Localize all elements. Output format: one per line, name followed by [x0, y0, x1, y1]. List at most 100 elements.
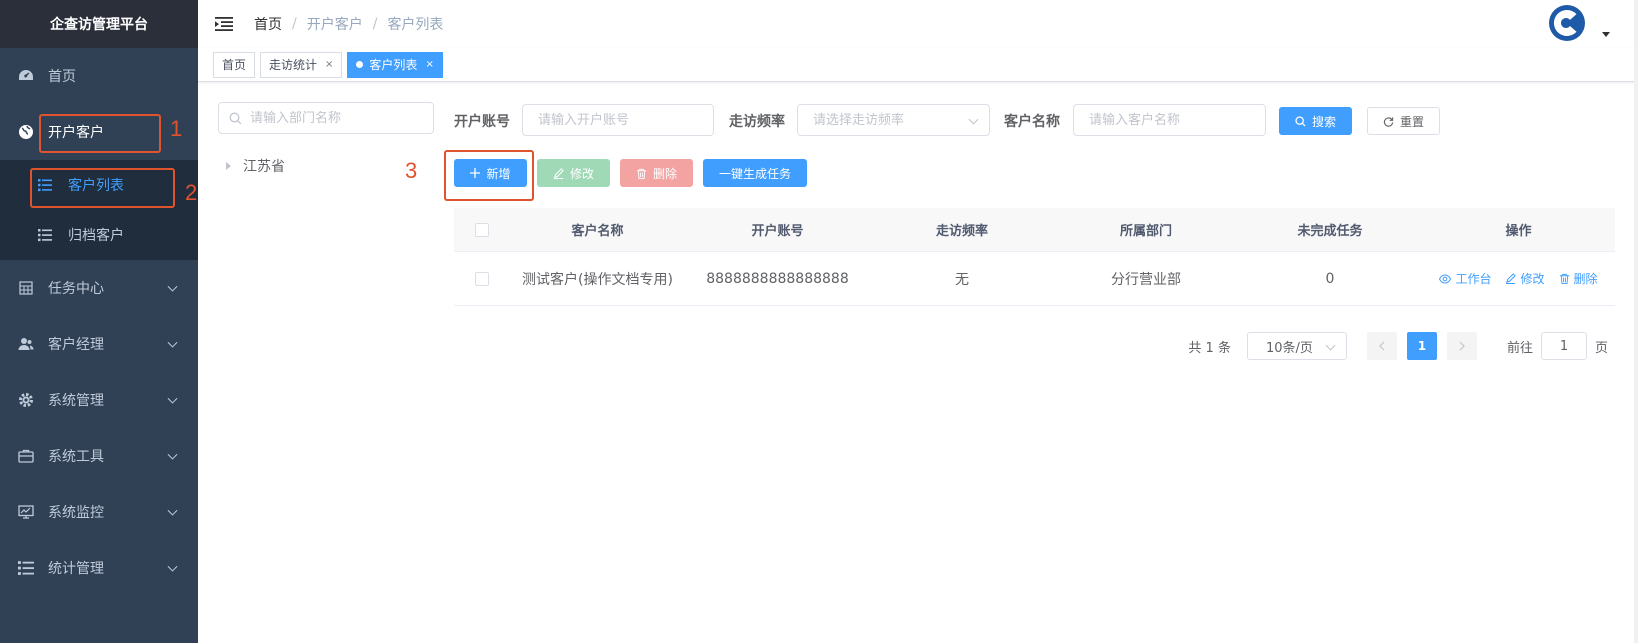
tag-visit-stats[interactable]: 走访统计 × — [260, 51, 343, 78]
tag-customer-list[interactable]: 客户列表 × — [347, 51, 443, 78]
tags-view: 首页 走访统计 × 客户列表 × — [198, 48, 1638, 82]
sidebar-item-system-tools[interactable]: 系统工具 — [0, 428, 198, 484]
page-unit-label: 页 — [1594, 340, 1608, 356]
account-field[interactable] — [523, 105, 713, 135]
breadcrumb-item: 客户列表 — [387, 17, 444, 33]
frequency-field[interactable] — [798, 105, 989, 135]
monitor-icon — [18, 504, 34, 520]
sidebar-item-label: 系统工具 — [48, 449, 104, 465]
row-edit-link[interactable]: 修改 — [1505, 270, 1545, 287]
sidebar-item-task-center[interactable]: 任务中心 — [0, 260, 198, 316]
delete-button-label: 删除 — [652, 166, 677, 181]
pagination: 共 1 条 10条/页 1 前往 页 — [1188, 332, 1608, 360]
account-input[interactable] — [522, 104, 714, 136]
avatar[interactable] — [1548, 4, 1586, 42]
column-header: 操作 — [1505, 224, 1532, 239]
page-size-select[interactable]: 10条/页 — [1246, 332, 1347, 360]
breadcrumb-item[interactable]: 首页 — [254, 14, 282, 34]
tree-node-jiangsu[interactable]: 江苏省 — [226, 156, 285, 176]
chevron-down-icon — [167, 281, 178, 292]
column-header: 走访频率 — [935, 224, 988, 239]
row-checkbox[interactable] — [475, 271, 489, 286]
cell-operations: 工作台 修改 删除 — [1422, 270, 1615, 287]
cell-frequency: 无 — [955, 271, 969, 288]
column-header: 未完成任务 — [1297, 224, 1363, 239]
caret-down-icon[interactable] — [1602, 32, 1610, 37]
table-row: 测试客户(操作文档专用) 8888888888888888 无 分行营业部 0 … — [454, 252, 1615, 306]
sidebar-item-system-management[interactable]: 系统管理 — [0, 372, 198, 428]
customer-name-field[interactable] — [1074, 105, 1265, 135]
tag-home[interactable]: 首页 — [213, 51, 256, 78]
list-icon — [18, 560, 34, 576]
tag-label: 客户列表 — [369, 58, 418, 72]
breadcrumb-item[interactable]: 开户客户 — [307, 14, 363, 34]
page-number[interactable]: 1 — [1406, 332, 1437, 360]
customer-name-input[interactable] — [1073, 104, 1266, 136]
dept-search-field[interactable] — [250, 110, 420, 126]
sidebar-item-label: 统计管理 — [48, 561, 104, 577]
chevron-right-icon — [1459, 341, 1465, 351]
globe-icon — [18, 124, 34, 140]
chevron-down-icon — [167, 393, 178, 404]
menu-toggle-icon[interactable] — [214, 14, 234, 34]
sidebar-item-label: 任务中心 — [48, 281, 104, 297]
reset-button[interactable]: 重置 — [1367, 107, 1440, 135]
table-header: 客户名称 开户账号 走访频率 所属部门 未完成任务 操作 — [454, 208, 1615, 252]
sidebar-item-statistics[interactable]: 统计管理 — [0, 540, 198, 596]
sidebar-item-account-managers[interactable]: 客户经理 — [0, 316, 198, 372]
caret-right-icon[interactable] — [226, 162, 231, 170]
search-icon — [229, 112, 242, 124]
edit-icon — [553, 167, 564, 179]
add-button[interactable]: 新增 — [454, 159, 527, 187]
app-title: 企查访管理平台 — [0, 0, 198, 48]
row-delete-link[interactable]: 删除 — [1559, 270, 1598, 287]
next-page-button[interactable] — [1446, 332, 1477, 360]
generate-tasks-button-label: 一键生成任务 — [718, 166, 791, 181]
frequency-select[interactable] — [797, 104, 990, 136]
sidebar-item-label: 归档客户 — [68, 228, 124, 244]
search-button-label: 搜索 — [1311, 114, 1336, 129]
navbar: 首页 / 开户客户 / 客户列表 — [198, 0, 1638, 48]
scrollbar-track[interactable] — [1634, 0, 1638, 643]
chevron-down-icon — [167, 561, 178, 572]
chevron-down-icon — [167, 337, 178, 348]
row-delete-link-label: 删除 — [1573, 272, 1598, 286]
trash-icon — [636, 168, 647, 179]
page-size-value: 10条/页 — [1265, 340, 1313, 356]
sidebar-item-home[interactable]: 首页 — [0, 48, 198, 104]
trash-icon — [1559, 273, 1569, 284]
column-header: 所属部门 — [1119, 224, 1172, 239]
sidebar-item-label: 系统监控 — [48, 505, 104, 521]
annotation-number-1: 1 — [170, 116, 183, 141]
workbench-link[interactable]: 工作台 — [1439, 270, 1491, 287]
users-icon — [18, 336, 34, 352]
breadcrumb-separator: / — [292, 16, 297, 32]
frequency-label: 走访频率 — [729, 114, 785, 130]
dept-search-input[interactable] — [218, 102, 434, 134]
select-all-checkbox[interactable] — [475, 222, 489, 237]
generate-tasks-button[interactable]: 一键生成任务 — [703, 159, 807, 187]
sidebar-item-system-monitor[interactable]: 系统监控 — [0, 484, 198, 540]
sidebar-item-label: 首页 — [48, 69, 76, 85]
cell-account: 8888888888888888 — [706, 270, 849, 287]
list-icon — [38, 229, 52, 242]
tag-label: 走访统计 — [269, 58, 318, 72]
dashboard-icon — [18, 68, 34, 84]
chevron-down-icon — [167, 505, 178, 516]
edit-button[interactable]: 修改 — [537, 159, 610, 187]
close-icon[interactable]: × — [325, 59, 333, 70]
tree-node-label: 江苏省 — [243, 159, 285, 175]
prev-page-button[interactable] — [1366, 332, 1397, 360]
search-button[interactable]: 搜索 — [1279, 107, 1352, 135]
goto-page-input[interactable] — [1540, 332, 1587, 360]
chevron-down-icon — [167, 449, 178, 460]
close-icon[interactable]: × — [425, 59, 433, 70]
delete-button[interactable]: 删除 — [620, 159, 693, 187]
sidebar-item-label: 客户经理 — [48, 337, 104, 353]
sidebar-item-archived-customers[interactable]: 归档客户 — [0, 210, 198, 260]
cell-department: 分行营业部 — [1111, 271, 1181, 288]
account-label: 开户账号 — [454, 114, 510, 130]
annotation-box-2 — [30, 168, 175, 208]
customer-name-label: 客户名称 — [1004, 114, 1060, 130]
tag-label: 首页 — [222, 58, 247, 72]
